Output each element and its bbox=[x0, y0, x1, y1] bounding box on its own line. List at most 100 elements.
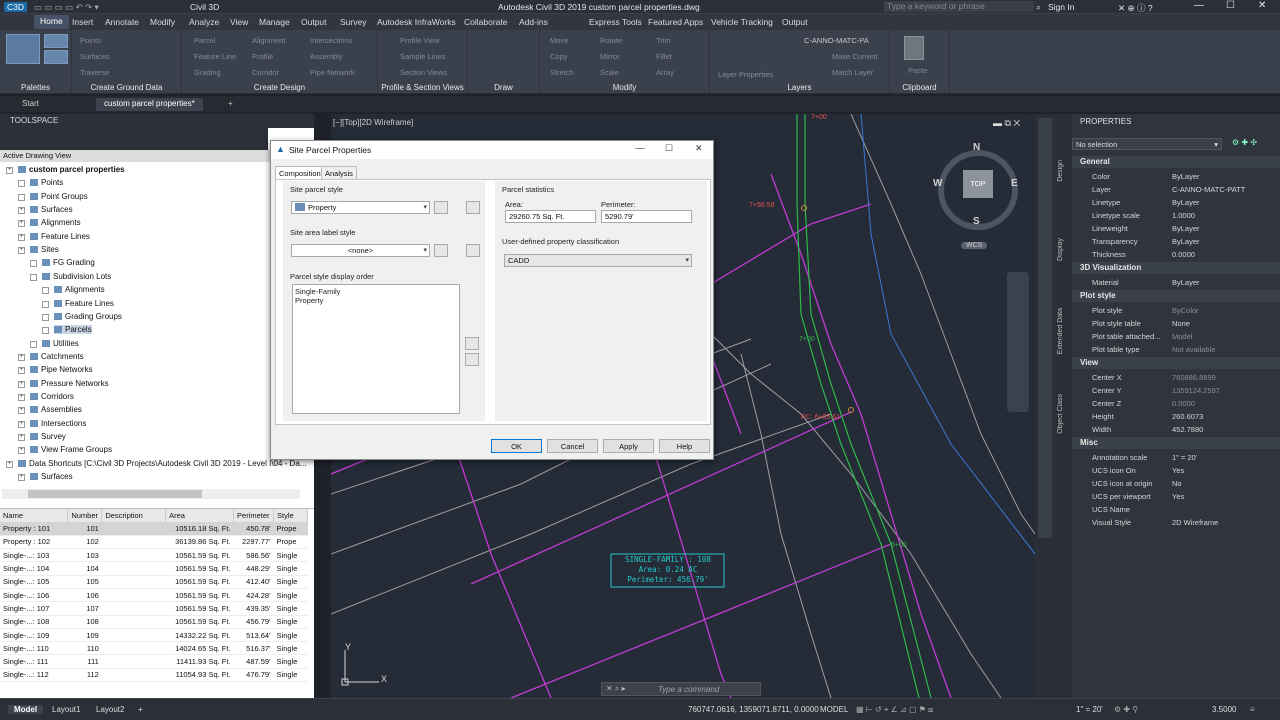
tree-expander[interactable] bbox=[42, 327, 49, 335]
properties-palette-icon[interactable] bbox=[44, 50, 68, 64]
assembly-button[interactable]: Assembly bbox=[310, 52, 343, 61]
panel-title[interactable]: Create Ground Data bbox=[72, 83, 181, 92]
table-row[interactable]: Single-...: 112 112 11054.93 Sq. Ft. 476.79… bbox=[0, 668, 308, 683]
tab-drawing[interactable]: custom parcel properties* bbox=[96, 98, 203, 111]
property-row[interactable]: Plot table type Not available bbox=[1072, 343, 1280, 356]
panel-title[interactable]: Create Design bbox=[182, 83, 377, 92]
dialog-maximize-button[interactable]: ☐ bbox=[665, 143, 673, 154]
property-row[interactable]: Color ByLayer bbox=[1072, 170, 1280, 183]
side-tab-design[interactable]: Design bbox=[1057, 160, 1064, 182]
wcs-button[interactable]: WCS bbox=[961, 242, 988, 249]
tree-item[interactable]: Grading Groups bbox=[54, 312, 122, 321]
tab-start[interactable]: Start bbox=[14, 98, 47, 111]
tree-item[interactable]: Feature Lines bbox=[54, 299, 114, 308]
compass-w[interactable]: W bbox=[933, 178, 942, 189]
add-layout-button[interactable]: + bbox=[138, 705, 143, 714]
tree-expander[interactable]: + bbox=[18, 353, 25, 361]
tree-item[interactable]: FG Grading bbox=[42, 258, 95, 267]
points-button[interactable]: Points bbox=[80, 36, 101, 45]
table-row[interactable]: Property : 101 101 10516.18 Sq. Ft. 450.78'… bbox=[0, 522, 308, 536]
ribbon-tab-13[interactable]: Featured Apps bbox=[648, 17, 703, 27]
ribbon-tab-4[interactable]: Analyze bbox=[189, 17, 219, 27]
profile-view-button[interactable]: Profile View bbox=[400, 36, 439, 45]
intersections-button[interactable]: Intersections bbox=[310, 36, 353, 45]
perimeter-field[interactable]: 5290.79' bbox=[601, 210, 692, 223]
toolspace-icon[interactable] bbox=[6, 34, 40, 64]
tree-item[interactable]: Data Shortcuts [C:\Civil 3D Projects\Aut… bbox=[18, 459, 306, 468]
dialog-minimize-button[interactable]: — bbox=[635, 143, 645, 154]
paste-button[interactable]: Paste bbox=[908, 66, 927, 75]
tree-expander[interactable] bbox=[42, 287, 49, 295]
tree-expander[interactable]: + bbox=[18, 380, 25, 388]
active-drawing-view[interactable]: Active Drawing View bbox=[0, 150, 314, 162]
fillet-button[interactable]: Fillet bbox=[656, 52, 672, 61]
property-row[interactable]: Layer C-ANNO-MATC-PATT bbox=[1072, 183, 1280, 196]
property-row[interactable]: Lineweight ByLayer bbox=[1072, 222, 1280, 235]
traverse-button[interactable]: Traverse bbox=[80, 68, 109, 77]
tree-item[interactable]: Catchments bbox=[30, 352, 84, 361]
new-tab-button[interactable]: + bbox=[220, 98, 241, 111]
command-input[interactable]: Type a command bbox=[658, 685, 719, 694]
ribbon-tab-6[interactable]: Manage bbox=[259, 17, 290, 27]
tree-expander[interactable]: + bbox=[18, 247, 25, 255]
chevron-down-icon[interactable]: ▾ bbox=[423, 246, 427, 254]
apply-button[interactable]: Apply bbox=[603, 439, 654, 453]
tab-layout1[interactable]: Layout1 bbox=[52, 705, 80, 714]
viewcube-top[interactable]: TOP bbox=[963, 170, 993, 198]
paste-icon[interactable] bbox=[904, 36, 924, 60]
palette-icon[interactable] bbox=[44, 34, 68, 48]
command-line[interactable]: ✕ ⌕ ▸ Type a command bbox=[601, 682, 761, 696]
property-section[interactable]: 3D Visualization bbox=[1072, 262, 1280, 274]
column-header[interactable]: Style bbox=[273, 509, 308, 522]
area-field[interactable]: 29260.75 Sq. Ft. bbox=[505, 210, 596, 223]
alignment-button[interactable]: Alignment bbox=[252, 36, 285, 45]
side-tab-object-class[interactable]: Object Class bbox=[1057, 394, 1064, 434]
tree-expander[interactable] bbox=[18, 180, 25, 188]
table-row[interactable]: Single-...: 103 103 10561.59 Sq. Ft. 586.56… bbox=[0, 548, 308, 563]
panel-title[interactable]: Modify bbox=[540, 83, 709, 92]
ribbon-tab-10[interactable]: Collaborate bbox=[464, 17, 507, 27]
display-order-list[interactable]: Single-Family Property bbox=[292, 284, 460, 414]
tree-item[interactable]: Surfaces bbox=[30, 472, 73, 481]
tree-expander[interactable]: + bbox=[18, 434, 25, 441]
site-parcel-style-select[interactable]: Property ▾ bbox=[291, 201, 430, 214]
site-area-label-style-select[interactable]: <none> ▾ bbox=[291, 244, 430, 257]
tab-composition[interactable]: Composition bbox=[275, 166, 325, 180]
tree-expander[interactable]: + bbox=[6, 460, 13, 468]
panel-title[interactable]: Palettes bbox=[0, 83, 71, 92]
tree-item[interactable]: custom parcel properties bbox=[18, 165, 125, 174]
feature-line-button[interactable]: Feature Line bbox=[194, 52, 236, 61]
tree-expander[interactable]: + bbox=[18, 233, 25, 241]
panel-title[interactable]: Layers bbox=[710, 83, 889, 92]
quick-access-toolbar[interactable]: ▭ ▭ ▭ ▭ ↶ ↷ ▾ bbox=[34, 2, 99, 13]
property-row[interactable]: Plot style ByColor bbox=[1072, 304, 1280, 317]
copy-button[interactable]: Copy bbox=[550, 52, 568, 61]
ribbon-tab-3[interactable]: Modify bbox=[150, 17, 175, 27]
pipe-network-button[interactable]: Pipe Network bbox=[310, 68, 355, 77]
column-header[interactable]: Name bbox=[0, 509, 69, 522]
property-section[interactable]: Misc bbox=[1072, 437, 1280, 449]
tree-item[interactable]: Point Groups bbox=[30, 192, 88, 201]
move-button[interactable]: Move bbox=[550, 36, 568, 45]
property-row[interactable]: Transparency ByLayer bbox=[1072, 235, 1280, 248]
tree-item[interactable]: Points bbox=[30, 178, 63, 187]
array-button[interactable]: Array bbox=[656, 68, 674, 77]
search-input[interactable]: Type a keyword or phrase bbox=[884, 1, 1034, 12]
ribbon-tab-0[interactable]: Home bbox=[34, 15, 69, 29]
property-row[interactable]: Visual Style 2D Wireframe bbox=[1072, 516, 1280, 529]
sample-lines-button[interactable]: Sample Lines bbox=[400, 52, 445, 61]
table-row[interactable]: Single-...: 104 104 10561.59 Sq. Ft. 448.29… bbox=[0, 561, 308, 576]
layer-properties-button[interactable]: Layer Properties bbox=[718, 70, 773, 79]
tree-item[interactable]: Alignments bbox=[54, 285, 105, 294]
ribbon-tab-5[interactable]: View bbox=[230, 17, 248, 27]
elevation-value[interactable]: 3.5000 bbox=[1212, 705, 1236, 714]
table-row[interactable]: Single-...: 105 105 10561.59 Sq. Ft. 412.40… bbox=[0, 575, 308, 589]
side-tab-display[interactable]: Display bbox=[1057, 238, 1064, 261]
grading-button[interactable]: Grading bbox=[194, 68, 221, 77]
side-tab-extended-data[interactable]: Extended Data bbox=[1057, 308, 1064, 354]
table-row[interactable]: Single-...: 106 106 10561.59 Sq. Ft. 424.28… bbox=[0, 588, 308, 603]
tree-expander[interactable] bbox=[42, 313, 49, 321]
property-row[interactable]: Center Y 1359124.2597 bbox=[1072, 384, 1280, 397]
property-row[interactable]: Linetype ByLayer bbox=[1072, 196, 1280, 209]
ribbon-tab-14[interactable]: Vehicle Tracking bbox=[711, 17, 773, 27]
